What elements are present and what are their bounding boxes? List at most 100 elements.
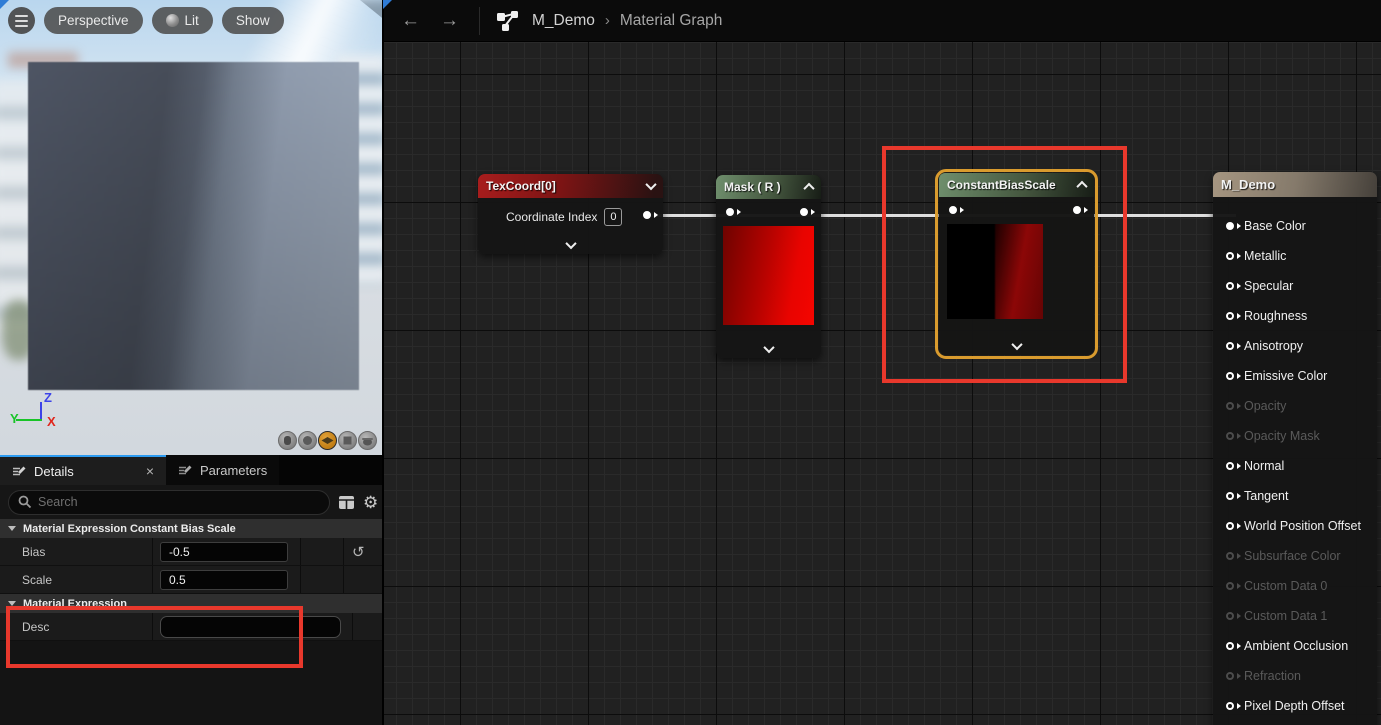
material-output-pin-row: Subsurface Color — [1226, 541, 1377, 571]
cbs-node-header[interactable]: ConstantBiasScale — [939, 173, 1094, 197]
material-output-pin-row: Opacity Mask — [1226, 421, 1377, 451]
result-node-header[interactable]: M_Demo — [1213, 172, 1377, 197]
details-tab-icon — [12, 465, 27, 478]
material-output-pin-row: Ambient Occlusion — [1226, 631, 1377, 661]
preview-shape-sphere-button[interactable] — [298, 431, 317, 450]
texcoord-output-pin[interactable] — [643, 211, 651, 219]
chevron-down-icon[interactable] — [1011, 339, 1022, 350]
material-input-pin[interactable] — [1226, 672, 1234, 680]
section-header-material-expression[interactable]: Material Expression — [0, 594, 383, 613]
section-header-constant-bias-scale[interactable]: Material Expression Constant Bias Scale — [0, 519, 383, 538]
cbs-input-pin[interactable] — [949, 206, 957, 214]
material-output-pin-row: Custom Data 0 — [1226, 571, 1377, 601]
axis-z-line — [40, 402, 42, 420]
coordinate-index-input[interactable]: 0 — [604, 208, 622, 226]
material-input-pin[interactable] — [1226, 312, 1234, 320]
material-input-pin[interactable] — [1226, 432, 1234, 440]
material-input-pin[interactable] — [1226, 342, 1234, 350]
material-input-pin[interactable] — [1226, 612, 1234, 620]
material-input-pin[interactable] — [1226, 492, 1234, 500]
show-button[interactable]: Show — [222, 7, 284, 34]
material-graph-icon — [496, 10, 520, 32]
tab-parameters[interactable]: Parameters — [166, 455, 279, 485]
material-output-pin-row: Shading Model — [1226, 721, 1377, 725]
scale-input[interactable] — [160, 570, 288, 590]
material-output-pin-row: Emissive Color — [1226, 361, 1377, 391]
search-input[interactable] — [38, 495, 320, 509]
chevron-down-icon[interactable] — [565, 238, 576, 249]
breadcrumb: M_Demo › Material Graph — [532, 12, 722, 30]
axis-z-label: Z — [44, 390, 52, 405]
material-preview-viewport[interactable]: Perspective Lit Show Z Y X — [0, 0, 383, 455]
material-output-pin-row: Metallic — [1226, 241, 1377, 271]
mask-node-preview — [723, 226, 814, 325]
breadcrumb-page[interactable]: Material Graph — [620, 12, 723, 30]
material-output-pin-row: Roughness — [1226, 301, 1377, 331]
close-tab-icon[interactable]: × — [146, 463, 154, 479]
preview-shape-teapot-button[interactable] — [358, 431, 377, 450]
material-input-pin[interactable] — [1226, 252, 1234, 260]
chevron-up-icon[interactable] — [803, 183, 814, 194]
panel-divider[interactable] — [382, 0, 384, 725]
material-input-pin[interactable] — [1226, 552, 1234, 560]
active-tab-corner-indicator — [383, 0, 392, 9]
preview-shape-plane-button[interactable] — [318, 431, 337, 450]
tab-details[interactable]: Details × — [0, 455, 166, 485]
material-output-pin-row: Tangent — [1226, 481, 1377, 511]
chevron-up-icon[interactable] — [1076, 181, 1087, 192]
details-tab-bar: Details × Parameters — [0, 455, 383, 485]
mask-node-header[interactable]: Mask ( R ) — [716, 175, 821, 199]
material-input-pin[interactable] — [1226, 462, 1234, 470]
scale-row: Scale — [0, 566, 383, 594]
bias-input[interactable] — [160, 542, 288, 562]
chevron-down-icon[interactable] — [645, 179, 656, 190]
preview-shape-buttons — [278, 431, 377, 450]
toolbar-separator — [479, 7, 480, 35]
material-preview-plane-mesh — [28, 62, 359, 390]
mask-input-pin[interactable] — [726, 208, 734, 216]
section-expander-icon — [8, 601, 16, 606]
back-arrow-button[interactable]: ← — [391, 10, 430, 32]
material-input-pin[interactable] — [1226, 702, 1234, 710]
preview-shape-cube-button[interactable] — [338, 431, 357, 450]
details-panel: Details × Parameters ⚙ Mate — [0, 455, 383, 725]
material-output-pin-row: Custom Data 1 — [1226, 601, 1377, 631]
material-input-pin[interactable] — [1226, 372, 1234, 380]
preview-shape-cylinder-button[interactable] — [278, 431, 297, 450]
reset-to-default-icon[interactable]: ↺ — [352, 543, 365, 561]
details-body: Material Expression Constant Bias Scale … — [0, 519, 383, 725]
chevron-down-icon[interactable] — [763, 342, 774, 353]
material-input-pin[interactable] — [1226, 282, 1234, 290]
material-output-pin-row: World Position Offset — [1226, 511, 1377, 541]
result-node-pins: Base Color Metallic Specular Rou — [1213, 197, 1377, 725]
perspective-button[interactable]: Perspective — [44, 7, 143, 34]
material-input-pin[interactable] — [1226, 642, 1234, 650]
viewport-menu-button[interactable] — [8, 7, 35, 34]
material-output-pin-row: Opacity — [1226, 391, 1377, 421]
search-icon — [18, 495, 32, 509]
breadcrumb-asset[interactable]: M_Demo — [532, 12, 595, 30]
material-input-pin[interactable] — [1226, 522, 1234, 530]
node-material-result[interactable]: M_Demo Base Color Metallic — [1213, 172, 1377, 725]
settings-gear-icon[interactable]: ⚙ — [363, 494, 378, 511]
material-input-pin[interactable] — [1226, 222, 1234, 230]
material-graph-canvas[interactable]: TexCoord[0] Coordinate Index 0 Mask ( R … — [383, 42, 1381, 725]
axis-y-line — [16, 419, 42, 421]
material-input-pin[interactable] — [1226, 402, 1234, 410]
material-input-pin[interactable] — [1226, 582, 1234, 590]
material-output-pin-row: Pixel Depth Offset — [1226, 691, 1377, 721]
material-output-pin-row: Base Color — [1226, 211, 1377, 241]
texcoord-node-header[interactable]: TexCoord[0] — [478, 174, 663, 198]
material-editor-window: Perspective Lit Show Z Y X — [0, 0, 1381, 725]
cbs-output-pin[interactable] — [1073, 206, 1081, 214]
node-mask[interactable]: Mask ( R ) — [716, 175, 821, 358]
mask-output-pin[interactable] — [800, 208, 808, 216]
active-tab-corner-indicator — [0, 0, 9, 9]
view-options-icon[interactable] — [338, 495, 355, 510]
node-texcoord[interactable]: TexCoord[0] Coordinate Index 0 — [478, 174, 663, 254]
search-box[interactable] — [8, 490, 330, 515]
forward-arrow-button[interactable]: → — [430, 10, 469, 32]
lit-mode-button[interactable]: Lit — [152, 7, 213, 34]
node-constant-bias-scale[interactable]: ConstantBiasScale — [939, 173, 1094, 355]
desc-input[interactable] — [160, 616, 341, 638]
